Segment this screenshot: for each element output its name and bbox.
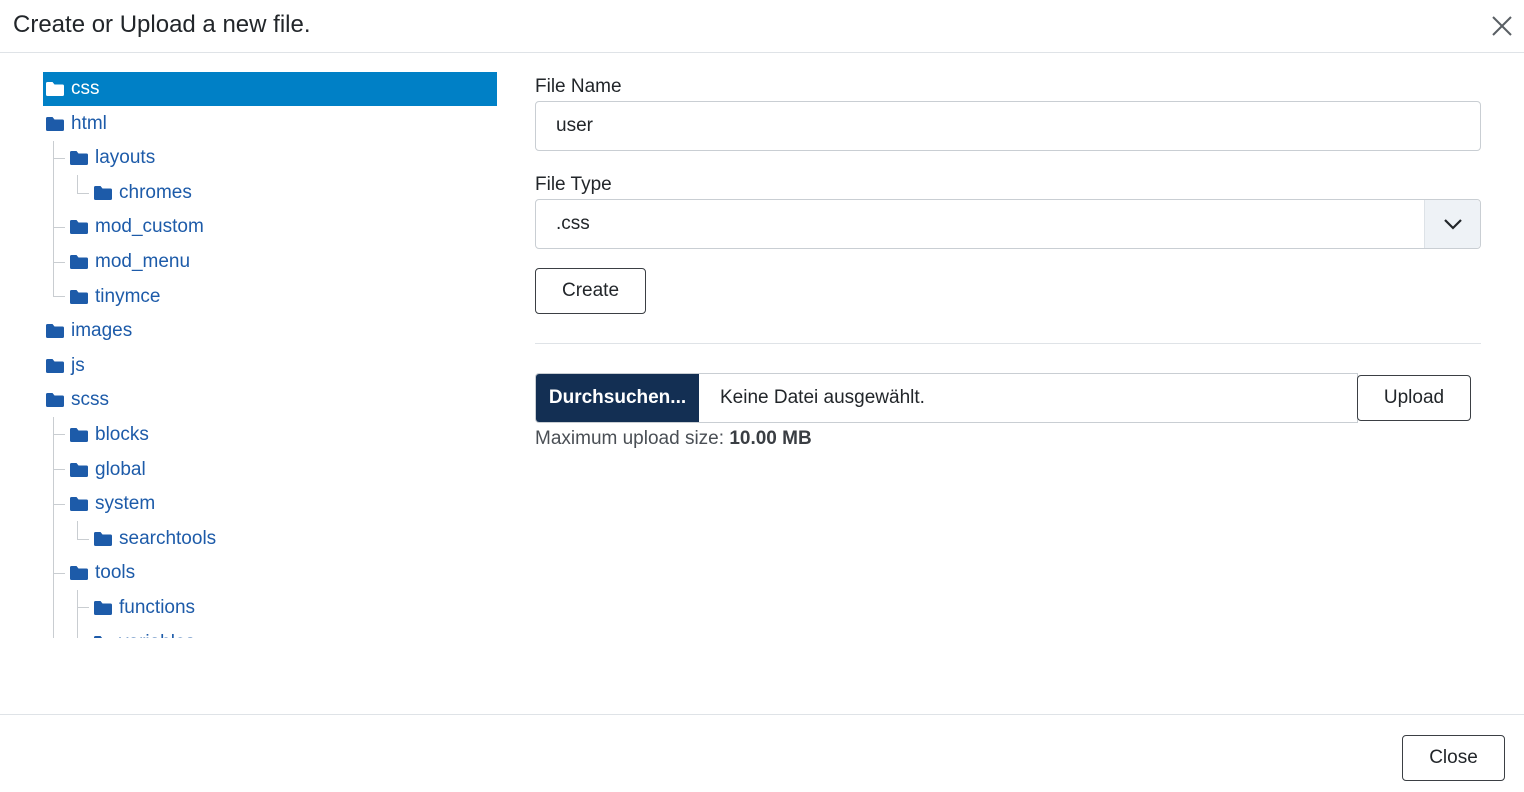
browse-button[interactable]: Durchsuchen... [536, 374, 699, 422]
folder-icon [45, 81, 65, 97]
file-type-label: File Type [535, 174, 612, 195]
folder-tree: css html layouts chromes mod_custom mod_menut… [43, 72, 498, 638]
file-upload-field[interactable]: Durchsuchen... Keine Datei ausgewählt. [535, 373, 1358, 423]
folder-icon [69, 289, 89, 305]
max-upload-size: Maximum upload size: 10.00 MB [535, 428, 812, 450]
tree-item-variables[interactable]: variables [43, 626, 195, 638]
folder-icon [45, 392, 65, 408]
tree-item-label: global [95, 459, 146, 480]
folder-icon [69, 150, 89, 166]
tree-item-label: system [95, 493, 156, 514]
file-status-text: Keine Datei ausgewählt. [720, 387, 925, 408]
form-divider [535, 343, 1481, 344]
folder-icon [45, 323, 65, 339]
tree-item-blocks[interactable]: blocks [43, 418, 149, 452]
tree-item-searchtools[interactable]: searchtools [43, 522, 216, 556]
tree-item-label: variables [119, 632, 195, 638]
tree-item-layouts[interactable]: layouts [43, 141, 155, 175]
tree-item-functions[interactable]: functions [43, 591, 195, 625]
tree-item-label: mod_custom [95, 216, 204, 237]
tree-item-mod-custom[interactable]: mod_custom [43, 210, 204, 244]
tree-item-tools[interactable]: tools [43, 556, 135, 590]
folder-icon [69, 496, 89, 512]
tree-item-html[interactable]: html [43, 107, 107, 141]
folder-icon [93, 635, 113, 638]
tree-item-label: js [71, 355, 85, 376]
chevron-down-icon [1424, 200, 1480, 248]
folder-icon [69, 565, 89, 581]
modal-footer: Close [0, 714, 1524, 792]
folder-icon [69, 254, 89, 270]
close-button[interactable]: Close [1402, 735, 1505, 781]
folder-icon [45, 116, 65, 132]
tree-item-label: css [71, 78, 100, 99]
max-size-label: Maximum upload size: [535, 428, 725, 449]
folder-icon [69, 427, 89, 443]
folder-icon [93, 531, 113, 547]
folder-icon [69, 462, 89, 478]
close-icon[interactable] [1488, 12, 1516, 40]
tree-item-images[interactable]: images [43, 314, 132, 348]
tree-item-label: blocks [95, 424, 149, 445]
tree-item-label: chromes [119, 182, 192, 203]
folder-icon [93, 185, 113, 201]
modal-header: Create or Upload a new file. [0, 0, 1524, 53]
folder-icon [93, 600, 113, 616]
tree-item-label: layouts [95, 147, 156, 168]
file-name-input[interactable] [535, 101, 1481, 151]
create-button[interactable]: Create [535, 268, 646, 314]
tree-item-label: tools [95, 562, 136, 583]
tree-item-label: images [71, 320, 133, 341]
tree-item-label: mod_menu [95, 251, 191, 272]
file-type-value: .css [556, 213, 590, 234]
tree-item-system[interactable]: system [43, 487, 155, 521]
tree-item-tinymce[interactable]: tinymce [43, 280, 160, 314]
tree-item-label: tinymce [95, 286, 161, 307]
folder-icon [69, 219, 89, 235]
tree-item-js[interactable]: js [43, 349, 85, 383]
tree-item-css[interactable]: css [43, 72, 497, 106]
upload-button[interactable]: Upload [1357, 375, 1471, 421]
tree-item-scss[interactable]: scss [43, 383, 109, 417]
folder-icon [45, 358, 65, 374]
tree-item-label: searchtools [119, 528, 217, 549]
tree-item-label: scss [71, 389, 109, 410]
tree-item-label: html [71, 113, 107, 134]
max-size-value: 10.00 MB [729, 428, 812, 449]
file-name-label: File Name [535, 76, 622, 97]
tree-item-chromes[interactable]: chromes [43, 176, 192, 210]
tree-item-global[interactable]: global [43, 453, 146, 487]
tree-item-mod-menu[interactable]: mod_menu [43, 245, 190, 279]
file-type-select[interactable]: .css [535, 199, 1481, 249]
modal-title: Create or Upload a new file. [13, 11, 311, 38]
tree-item-label: functions [119, 597, 196, 618]
